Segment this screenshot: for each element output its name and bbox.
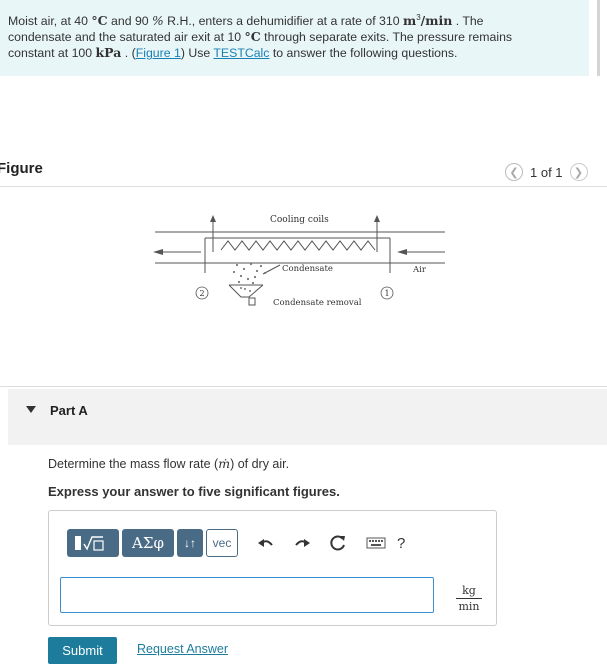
condensate-funnel <box>228 284 264 298</box>
drain-valve <box>248 297 256 306</box>
answer-units: kg min <box>456 584 482 613</box>
submit-button[interactable]: Submit <box>48 637 117 664</box>
request-answer-link[interactable]: Request Answer <box>137 642 228 656</box>
condensate-droplets <box>232 262 267 292</box>
greek-symbols-button[interactable]: ΑΣφ <box>122 529 174 557</box>
help-button[interactable]: ? <box>397 535 405 552</box>
state-2-label: 2 <box>199 289 204 298</box>
answer-input[interactable] <box>60 577 434 613</box>
math-toolbar: ΑΣφ ↓↑ vec ? <box>67 529 405 557</box>
testcalc-link[interactable]: TESTCalc <box>213 46 269 60</box>
air-exit-arrow <box>153 249 163 255</box>
problem-statement: Moist air, at 40 °C and 90 % R.H., enter… <box>0 0 589 76</box>
templates-icon <box>75 536 104 551</box>
figure-link[interactable]: Figure 1 <box>136 46 181 60</box>
condensate-removal-label: Condensate removal <box>273 298 362 308</box>
cooling-coils-label: Cooling coils <box>270 215 329 225</box>
condensate-label: Condensate <box>282 264 333 274</box>
problem-line-2: condensate and the saturated air exit at… <box>8 29 513 45</box>
chevron-right-icon[interactable]: ❯ <box>569 163 588 181</box>
subscript-superscript-button[interactable]: ↓↑ <box>177 529 203 557</box>
air-label: Air <box>412 265 427 275</box>
problem-line-1: Moist air, at 40 °C and 90 % R.H., enter… <box>8 13 484 29</box>
part-a-title: Part A <box>50 403 88 418</box>
figure-pager: ❮ 1 of 1 ❯ <box>505 163 588 181</box>
air-flow-arrow <box>397 249 407 255</box>
figure-top-divider <box>0 186 607 187</box>
undo-icon[interactable] <box>255 532 277 554</box>
templates-button[interactable] <box>67 529 119 557</box>
pager-count: 1 of 1 <box>530 164 563 180</box>
vector-button[interactable]: vec <box>206 529 238 557</box>
keyboard-icon[interactable] <box>365 532 387 554</box>
figure-bottom-divider <box>0 386 607 387</box>
coil-in-arrow <box>210 215 216 222</box>
question-text: Determine the mass flow rate (ṁ) of dry … <box>48 456 290 471</box>
unit-numerator: kg <box>456 584 482 599</box>
unit-denominator: min <box>458 600 480 613</box>
reset-icon[interactable] <box>327 532 349 554</box>
chevron-left-icon[interactable]: ❮ <box>505 163 523 181</box>
state-1-label: 1 <box>384 289 389 298</box>
scroll-divider <box>597 0 600 76</box>
collapse-triangle-icon[interactable] <box>26 406 36 413</box>
answer-panel: ΑΣφ ↓↑ vec ? kg min <box>48 510 497 626</box>
figure-heading: Figure <box>0 160 43 177</box>
answer-instruction: Express your answer to five significant … <box>48 484 340 499</box>
coil-out-arrow <box>374 215 380 222</box>
dehumidifier-diagram: 2 1 Cooling coils Condensate Air Condens… <box>153 215 445 308</box>
problem-line-3: constant at 100 kPa . (Figure 1) Use TES… <box>8 45 458 61</box>
cooling-coil <box>220 240 376 251</box>
redo-icon[interactable] <box>291 532 313 554</box>
part-a-header[interactable]: Part A <box>8 389 607 445</box>
